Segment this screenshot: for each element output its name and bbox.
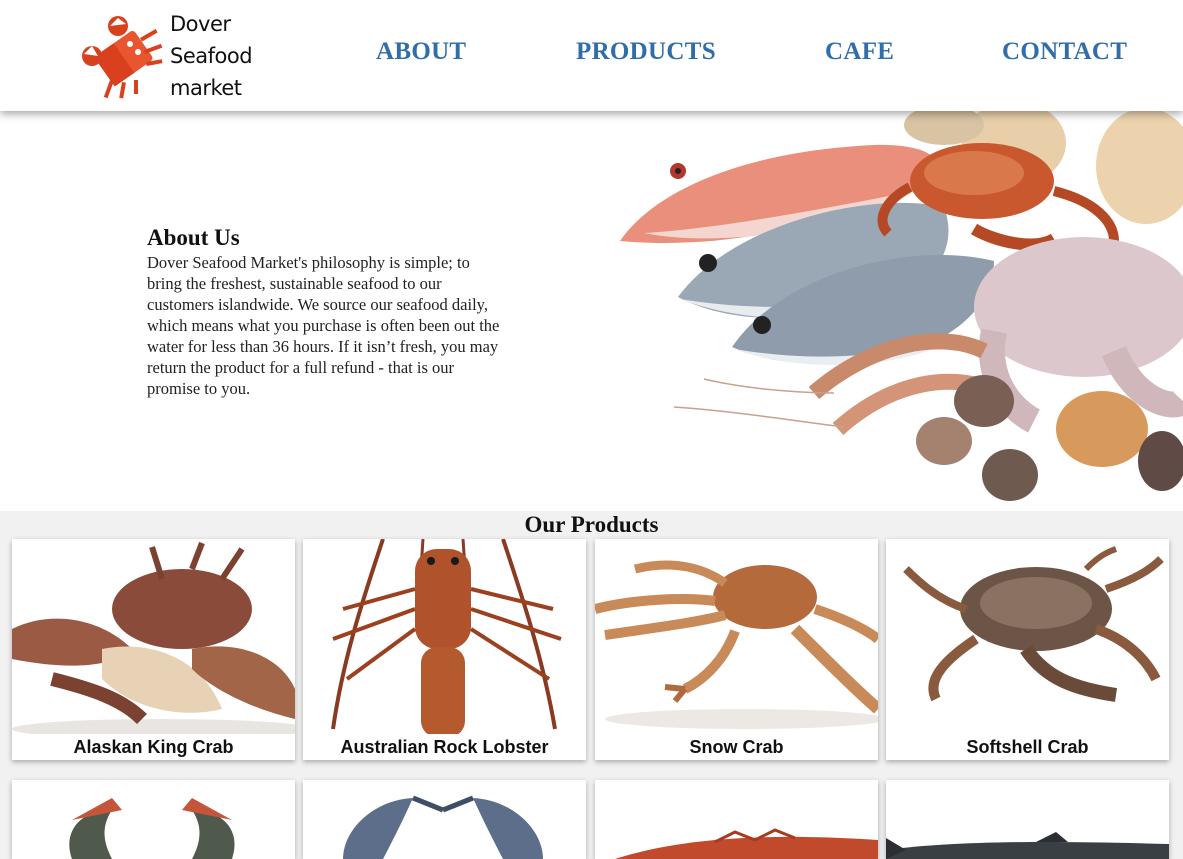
product-card[interactable]: Alaskan King Crab	[12, 539, 295, 760]
product-image	[12, 780, 295, 859]
nav-cafe[interactable]: CAFE	[825, 38, 894, 66]
nav-products[interactable]: PRODUCTS	[576, 38, 716, 66]
product-card[interactable]: Australian Rock Lobster	[303, 539, 586, 760]
product-card[interactable]	[886, 780, 1169, 859]
nav-contact[interactable]: CONTACT	[1002, 38, 1127, 66]
product-image	[886, 780, 1169, 859]
logo-wordmark: Dover Seafood market	[170, 8, 253, 104]
seafood-hero-image	[614, 111, 1183, 511]
product-image	[595, 780, 878, 859]
product-image	[303, 780, 586, 859]
product-image	[303, 539, 586, 734]
site-logo[interactable]: Dover Seafood market	[80, 8, 255, 103]
logo-line-2: Seafood	[170, 44, 253, 68]
logo-line-1: Dover	[170, 12, 231, 36]
site-header: Dover Seafood market ABOUT PRODUCTS CAFE…	[0, 0, 1183, 111]
product-card[interactable]: Snow Crab	[595, 539, 878, 760]
product-name: Australian Rock Lobster	[340, 737, 549, 757]
product-card[interactable]	[595, 780, 878, 859]
product-card[interactable]	[12, 780, 295, 859]
nav-about[interactable]: ABOUT	[376, 38, 466, 66]
crab-logo-icon	[82, 16, 163, 99]
products-title: Our Products	[524, 512, 659, 537]
about-description: Dover Seafood Market's philosophy is sim…	[147, 253, 500, 398]
about-section: About Us Dover Seafood Market's philosop…	[0, 111, 1183, 511]
product-image	[12, 539, 295, 734]
product-image	[595, 539, 878, 734]
product-name: Softshell Crab	[966, 737, 1089, 757]
product-card[interactable]	[303, 780, 586, 859]
about-title: About Us	[147, 225, 240, 250]
logo-line-3: market	[170, 76, 242, 100]
product-name: Alaskan King Crab	[73, 737, 234, 757]
product-card[interactable]: Softshell Crab	[886, 539, 1169, 760]
product-name: Snow Crab	[689, 737, 784, 757]
product-image	[886, 539, 1169, 734]
